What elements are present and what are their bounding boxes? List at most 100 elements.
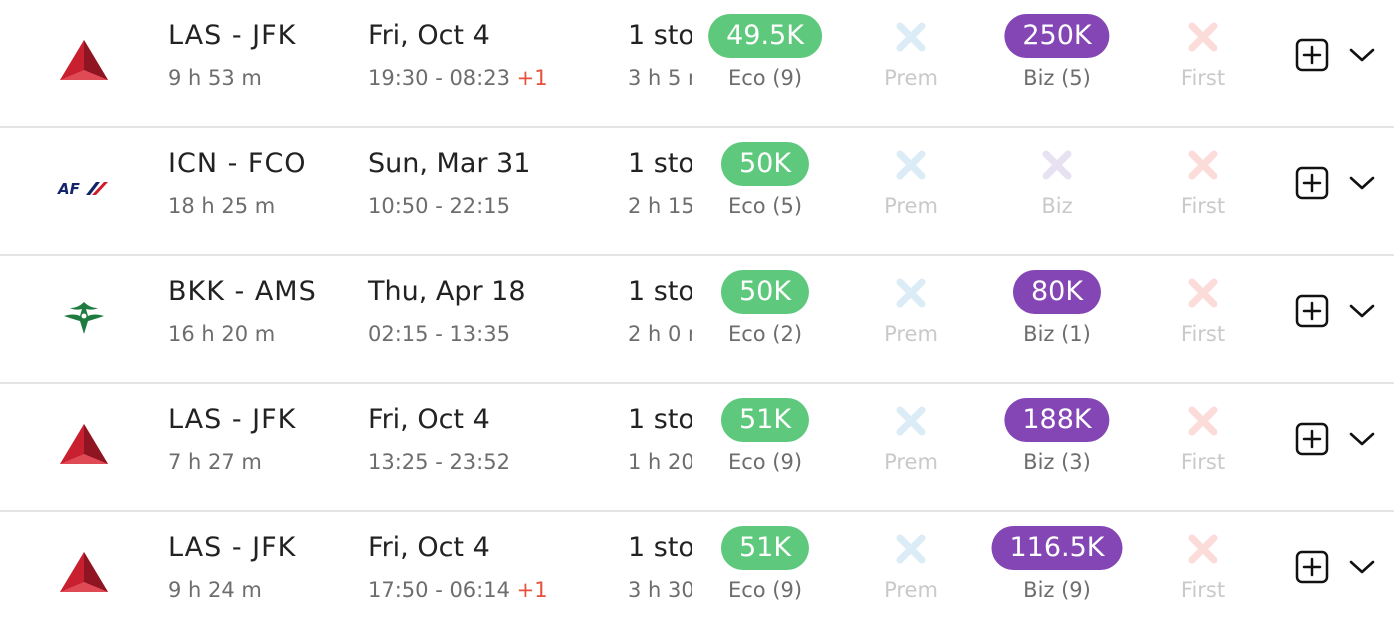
business-label: Biz xyxy=(1041,194,1073,218)
first-label: First xyxy=(1180,194,1226,218)
economy-price-badge[interactable]: 49.5K xyxy=(708,14,822,58)
economy-price-badge[interactable]: 51K xyxy=(720,398,810,442)
economy-cabin[interactable]: 49.5K Eco (9) xyxy=(690,14,840,114)
flight-duration: 7 h 27 m xyxy=(168,450,262,474)
chevron-down-icon[interactable] xyxy=(1347,300,1377,322)
chevron-down-icon[interactable] xyxy=(1347,428,1377,450)
flight-duration: 9 h 24 m xyxy=(168,578,262,602)
flight-duration: 16 h 20 m xyxy=(168,322,276,346)
unavailable-x-icon xyxy=(896,278,926,308)
economy-label: Eco (9) xyxy=(727,66,803,90)
first-label: First xyxy=(1180,322,1226,346)
business-price-badge[interactable]: 116.5K xyxy=(991,526,1123,570)
flight-date: Sun, Mar 31 xyxy=(368,148,531,179)
air-france-logo-icon: AF xyxy=(54,162,114,214)
flight-row[interactable]: LAS - JFK 7 h 27 m Fri, Oct 4 13:25 - 23… xyxy=(0,384,1394,512)
unavailable-x-icon xyxy=(1188,278,1218,308)
flight-results-list: LAS - JFK 9 h 53 m Fri, Oct 4 19:30 - 08… xyxy=(0,0,1394,628)
business-price-badge[interactable]: 80K xyxy=(1012,270,1102,314)
flight-row[interactable]: LAS - JFK 9 h 24 m Fri, Oct 4 17:50 - 06… xyxy=(0,512,1394,640)
economy-label: Eco (9) xyxy=(727,578,803,602)
business-cabin: Biz xyxy=(982,142,1132,242)
route: LAS - JFK xyxy=(168,532,297,563)
economy-label: Eco (5) xyxy=(727,194,803,218)
flight-date: Fri, Oct 4 xyxy=(368,20,490,51)
economy-cabin[interactable]: 50K Eco (5) xyxy=(690,142,840,242)
unavailable-x-icon xyxy=(896,406,926,436)
premium-cabin: Prem xyxy=(836,398,986,498)
business-label: Biz (9) xyxy=(1023,578,1091,602)
flight-times: 13:25 - 23:52 xyxy=(368,450,510,474)
flight-row[interactable]: BKK - AMS 16 h 20 m Thu, Apr 18 02:15 - … xyxy=(0,256,1394,384)
first-label: First xyxy=(1180,66,1226,90)
premium-label: Prem xyxy=(884,322,938,346)
unavailable-x-icon xyxy=(896,150,926,180)
premium-cabin: Prem xyxy=(836,526,986,626)
plus-square-icon[interactable] xyxy=(1295,550,1329,584)
economy-cabin[interactable]: 50K Eco (2) xyxy=(690,270,840,370)
premium-label: Prem xyxy=(884,578,938,602)
first-label: First xyxy=(1180,450,1226,474)
flight-row[interactable]: LAS - JFK 9 h 53 m Fri, Oct 4 19:30 - 08… xyxy=(0,0,1394,128)
unavailable-x-icon xyxy=(1042,150,1072,180)
plus-square-icon[interactable] xyxy=(1295,166,1329,200)
time-range: 19:30 - 08:23 xyxy=(368,66,510,90)
business-cabin[interactable]: 116.5K Biz (9) xyxy=(982,526,1132,626)
delta-logo-icon xyxy=(54,34,114,86)
chevron-down-icon[interactable] xyxy=(1347,44,1377,66)
flight-duration: 18 h 25 m xyxy=(168,194,276,218)
business-cabin[interactable]: 250K Biz (5) xyxy=(982,14,1132,114)
premium-label: Prem xyxy=(884,194,938,218)
business-label: Biz (5) xyxy=(1023,66,1091,90)
stops: 1 stop xyxy=(628,20,692,51)
chevron-down-icon[interactable] xyxy=(1347,172,1377,194)
layover-duration: 2 h 15 m xyxy=(628,194,692,218)
unavailable-x-icon xyxy=(1188,22,1218,52)
route: LAS - JFK xyxy=(168,404,297,435)
plus-square-icon[interactable] xyxy=(1295,38,1329,72)
stops: 1 stop xyxy=(628,532,692,563)
plus-day-indicator: +1 xyxy=(516,66,548,90)
time-range: 17:50 - 06:14 xyxy=(368,578,510,602)
stops: 1 stop xyxy=(628,148,692,179)
business-cabin[interactable]: 188K Biz (3) xyxy=(982,398,1132,498)
plus-square-icon[interactable] xyxy=(1295,422,1329,456)
route: ICN - FCO xyxy=(168,148,307,179)
business-price-badge[interactable]: 250K xyxy=(1004,14,1110,58)
premium-cabin: Prem xyxy=(836,14,986,114)
first-cabin: First xyxy=(1128,526,1278,626)
premium-cabin: Prem xyxy=(836,142,986,242)
route: LAS - JFK xyxy=(168,20,297,51)
unavailable-x-icon xyxy=(1188,150,1218,180)
layover-duration: 1 h 20 xyxy=(628,450,692,474)
delta-logo-icon xyxy=(54,418,114,470)
economy-cabin[interactable]: 51K Eco (9) xyxy=(690,526,840,626)
unavailable-x-icon xyxy=(896,22,926,52)
flight-times: 19:30 - 08:23 +1 xyxy=(368,66,548,90)
business-price-badge[interactable]: 188K xyxy=(1004,398,1110,442)
business-cabin[interactable]: 80K Biz (1) xyxy=(982,270,1132,370)
flight-date: Fri, Oct 4 xyxy=(368,404,490,435)
first-cabin: First xyxy=(1128,398,1278,498)
flight-times: 02:15 - 13:35 xyxy=(368,322,510,346)
first-cabin: First xyxy=(1128,14,1278,114)
flight-row[interactable]: AF ICN - FCO 18 h 25 m Sun, Mar 31 10:50… xyxy=(0,128,1394,256)
stops: 1 stop xyxy=(628,404,692,435)
economy-price-badge[interactable]: 50K xyxy=(720,270,810,314)
economy-price-badge[interactable]: 51K xyxy=(720,526,810,570)
layover-duration: 2 h 0 m xyxy=(628,322,692,346)
first-cabin: First xyxy=(1128,142,1278,242)
layover-duration: 3 h 5 m xyxy=(628,66,692,90)
time-range: 02:15 - 13:35 xyxy=(368,322,510,346)
economy-cabin[interactable]: 51K Eco (9) xyxy=(690,398,840,498)
chevron-down-icon[interactable] xyxy=(1347,556,1377,578)
economy-price-badge[interactable]: 50K xyxy=(720,142,810,186)
flight-duration: 9 h 53 m xyxy=(168,66,262,90)
first-label: First xyxy=(1180,578,1226,602)
route: BKK - AMS xyxy=(168,276,317,307)
time-range: 13:25 - 23:52 xyxy=(368,450,510,474)
premium-label: Prem xyxy=(884,450,938,474)
plus-square-icon[interactable] xyxy=(1295,294,1329,328)
economy-label: Eco (2) xyxy=(727,322,803,346)
delta-logo-icon xyxy=(54,546,114,598)
